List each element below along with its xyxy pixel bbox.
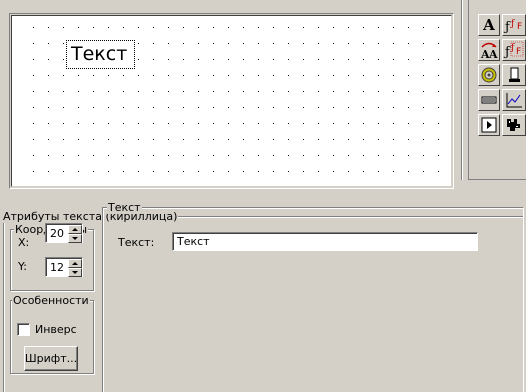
play-tool-icon [481, 117, 497, 133]
arrow-up-icon [72, 228, 78, 231]
graph-tool-icon [506, 93, 522, 108]
arrow-down-icon [72, 237, 78, 240]
text-input[interactable]: Текст [172, 232, 478, 251]
play-tool-button[interactable] [478, 114, 500, 136]
svg-text:ƒ: ƒ [510, 19, 515, 29]
y-value[interactable]: 12 [50, 261, 64, 274]
toolbox-separator [461, 0, 463, 180]
x-label: X: [18, 236, 30, 249]
svg-text:ƒ: ƒ [503, 45, 511, 60]
arrow-down-icon [72, 271, 78, 274]
canvas-frame: Текст [9, 13, 454, 189]
x-value[interactable]: 20 [50, 227, 64, 240]
toolbox-bottom-border [468, 179, 526, 180]
y-spin-up-button[interactable] [68, 259, 82, 268]
text-tool-button[interactable]: A [478, 14, 500, 36]
device-tool-button[interactable] [502, 64, 526, 86]
bar-tool-icon [481, 96, 497, 104]
circle-tool-icon [481, 67, 497, 83]
canvas-text-element[interactable]: Текст [66, 40, 135, 69]
rotate-text-tool-icon: A A [480, 42, 498, 60]
device-tool-icon [509, 67, 520, 82]
formula-tool-icon: ƒ ƒ F [503, 19, 522, 35]
graph-tool-button[interactable] [502, 89, 526, 111]
formula-alt-tool-button[interactable]: ƒ ƒ F [502, 39, 526, 61]
bitmap-tool-icon [507, 119, 520, 131]
y-label: Y: [18, 260, 27, 273]
text-group-title: Текст [107, 201, 142, 214]
rotate-text-tool-button[interactable]: A A [478, 39, 500, 61]
invert-checkbox[interactable] [17, 323, 30, 336]
bitmap-tool-button[interactable] [502, 114, 526, 136]
svg-text:F: F [517, 22, 522, 32]
font-button[interactable]: Шрифт... [24, 346, 78, 371]
formula-tool-button[interactable]: ƒ ƒ F [502, 14, 526, 36]
design-canvas[interactable]: Текст [11, 15, 452, 187]
circle-tool-button[interactable] [478, 64, 500, 86]
bar-tool-button[interactable] [478, 89, 500, 111]
svg-text:A: A [488, 48, 498, 60]
features-title: Особенности [12, 294, 90, 307]
invert-label: Инверс [35, 323, 77, 336]
x-spinner[interactable]: 20 [45, 223, 83, 243]
arrow-up-icon [72, 262, 78, 265]
text-label: Текст: [118, 236, 155, 249]
y-spin-down-button[interactable] [68, 268, 82, 277]
x-spin-down-button[interactable] [68, 234, 82, 243]
x-spin-up-button[interactable] [68, 225, 82, 234]
svg-text:ƒ: ƒ [503, 20, 511, 35]
y-spinner[interactable]: 12 [45, 257, 83, 277]
toolbox-border [468, 0, 469, 180]
formula-alt-tool-icon: ƒ ƒ F [503, 41, 524, 60]
svg-text:F: F [516, 47, 521, 57]
text-tool-icon: A [483, 16, 495, 34]
